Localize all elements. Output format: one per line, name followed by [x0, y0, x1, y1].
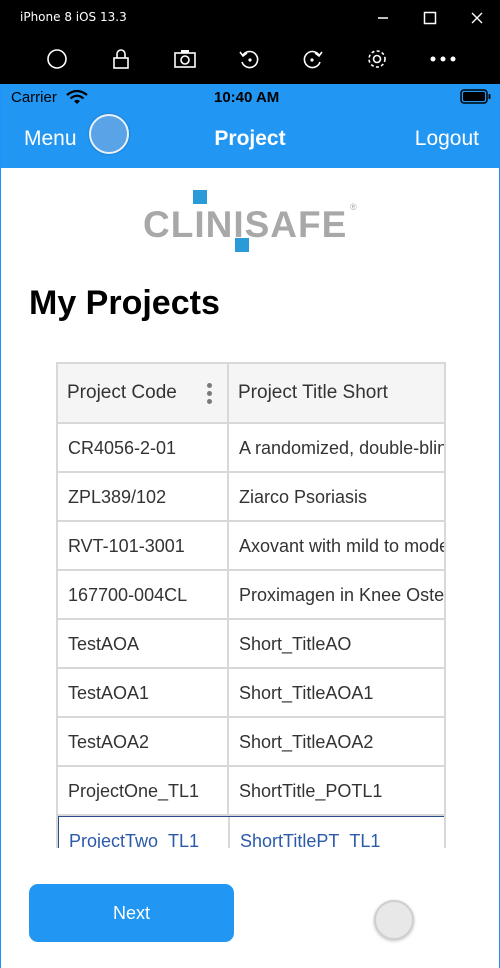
battery-icon [460, 89, 491, 104]
logo-square-bottom [235, 238, 249, 252]
home-button[interactable] [43, 45, 71, 73]
column-header-project-title[interactable]: Project Title Short [229, 364, 444, 422]
project-title-cell[interactable]: A randomized, double-blind [229, 424, 444, 471]
project-code-cell[interactable]: ProjectOne_TL1 [58, 767, 229, 814]
my-projects-heading: My Projects [29, 284, 220, 322]
project-title-cell[interactable]: ShortTitlePT_TL1 [230, 817, 444, 848]
project-code-cell[interactable]: ZPL389/102 [58, 473, 229, 520]
screenshot-button[interactable] [171, 45, 199, 73]
column-header-project-code[interactable]: Project Code [58, 364, 229, 422]
lock-icon [113, 49, 129, 69]
table-row[interactable]: CR4056-2-01 A randomized, double-blind [58, 424, 444, 473]
project-code-cell[interactable]: CR4056-2-01 [58, 424, 229, 471]
touch-indicator [89, 114, 129, 154]
project-code-cell[interactable]: 167700-004CL [58, 571, 229, 618]
project-code-cell[interactable]: ProjectTwo_TL1 [59, 817, 230, 848]
more-button[interactable] [429, 45, 457, 73]
more-icon [430, 56, 456, 62]
projects-grid: Project Code Project Title Short CR4056-… [56, 362, 446, 848]
logo-registered-mark: ® [350, 202, 357, 212]
column-header-label: Project Title Short [238, 382, 388, 403]
screenshot-icon [174, 50, 196, 68]
rotate-right-button[interactable] [299, 45, 327, 73]
project-title-cell[interactable]: ShortTitle_POTL1 [229, 767, 444, 814]
table-row[interactable]: TestAOA1 Short_TitleAOA1 [58, 669, 444, 718]
column-header-label: Project Code [67, 382, 177, 403]
close-icon [471, 12, 483, 24]
rotate-left-button[interactable] [235, 45, 263, 73]
table-row[interactable]: TestAOA2 Short_TitleAOA2 [58, 718, 444, 767]
device-screen: Carrier 10:40 AM Menu Project Logout CLI… [0, 84, 500, 968]
minimize-button[interactable] [368, 6, 398, 30]
lock-button[interactable] [107, 45, 135, 73]
clinisafe-logo: CLINISAFE ® [141, 190, 361, 254]
project-code-cell[interactable]: TestAOA [58, 620, 229, 667]
logout-button[interactable]: Logout [415, 127, 479, 151]
project-code-cell[interactable]: TestAOA2 [58, 718, 229, 765]
next-button[interactable]: Next [29, 884, 234, 942]
status-bar: Carrier 10:40 AM [1, 84, 499, 110]
home-icon [47, 49, 67, 69]
table-row[interactable]: ProjectTwo_TL1 ShortTitlePT_TL1 [58, 816, 444, 848]
project-title-cell[interactable]: Proximagen in Knee Osteoarthritis [229, 571, 444, 618]
project-code-cell[interactable]: RVT-101-3001 [58, 522, 229, 569]
carrier-label: Carrier [11, 89, 57, 106]
settings-icon [368, 50, 386, 68]
minimize-icon [378, 17, 388, 19]
wifi-icon [66, 90, 88, 104]
project-title-cell[interactable]: Short_TitleAO [229, 620, 444, 667]
status-time: 10:40 AM [214, 89, 280, 106]
project-title-cell[interactable]: Short_TitleAOA1 [229, 669, 444, 716]
window-title: iPhone 8 iOS 13.3 [20, 10, 127, 24]
table-row[interactable]: TestAOA Short_TitleAO [58, 620, 444, 669]
grid-header: Project Code Project Title Short [58, 364, 444, 424]
table-row[interactable]: ZPL389/102 Ziarco Psoriasis [58, 473, 444, 522]
grid-body: CR4056-2-01 A randomized, double-blind ZPL… [58, 424, 444, 848]
project-title-cell[interactable]: Axovant with mild to moderate [229, 522, 444, 569]
project-code-cell[interactable]: TestAOA1 [58, 669, 229, 716]
simulator-title-bar: iPhone 8 iOS 13.3 [0, 0, 500, 34]
assistive-touch-indicator [374, 900, 414, 940]
column-menu-icon[interactable] [207, 383, 213, 405]
settings-button[interactable] [363, 45, 391, 73]
rotate-left-icon [239, 50, 259, 69]
close-button[interactable] [462, 6, 492, 30]
logo-square-top [193, 190, 207, 204]
nav-bar: Menu Project Logout [1, 110, 499, 168]
simulator-toolbar [0, 34, 500, 84]
table-row[interactable]: RVT-101-3001Axovant with mild to moderat… [58, 522, 444, 571]
table-row[interactable]: 167700-004CLProximagen in Knee Osteoarth… [58, 571, 444, 620]
project-title-cell[interactable]: Short_TitleAOA2 [229, 718, 444, 765]
maximize-button[interactable] [415, 6, 445, 30]
rotate-right-icon [303, 50, 323, 69]
project-title-cell[interactable]: Ziarco Psoriasis [229, 473, 444, 520]
maximize-icon [423, 11, 437, 25]
menu-button[interactable]: Menu [24, 127, 77, 151]
table-row[interactable]: ProjectOne_TL1 ShortTitle_POTL1 [58, 767, 444, 816]
